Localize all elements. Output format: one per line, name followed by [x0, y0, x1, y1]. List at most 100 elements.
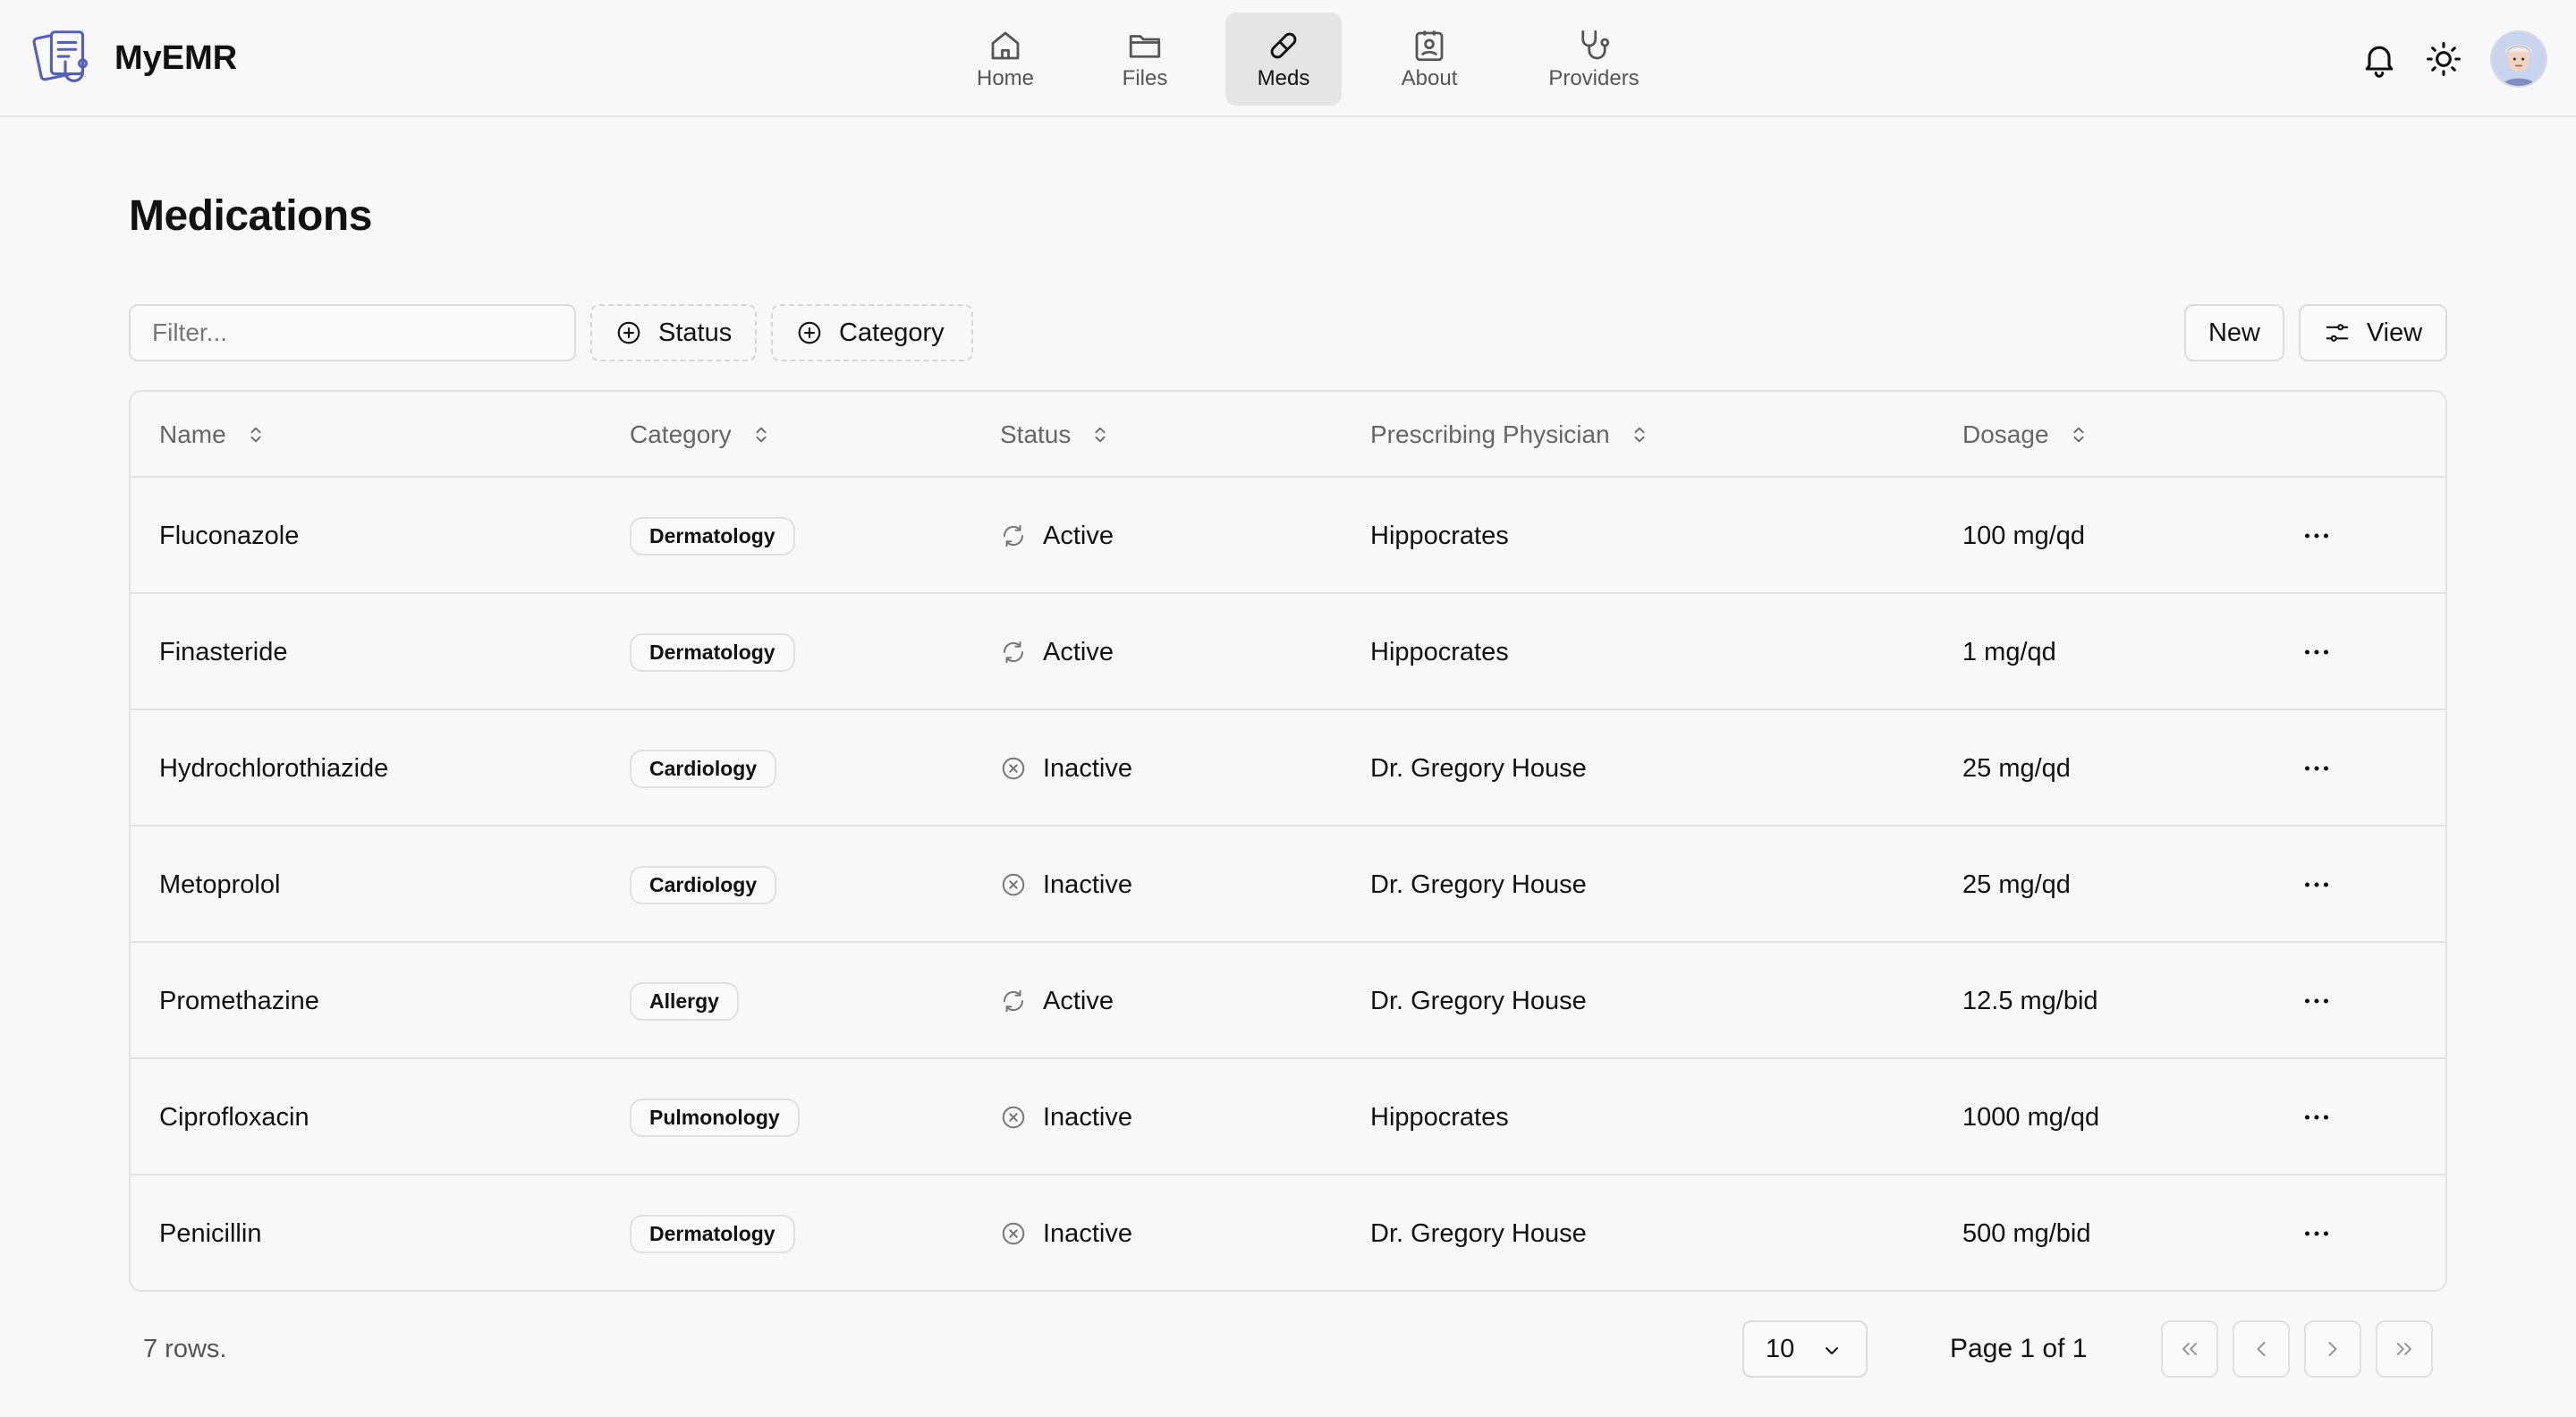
status-cell: Active: [1000, 594, 1114, 710]
view-options-button[interactable]: View: [2299, 304, 2447, 361]
column-header-dosage[interactable]: Dosage: [1962, 392, 2089, 478]
status-cell: Inactive: [1000, 710, 1132, 827]
table-row[interactable]: Hydrochlorothiazide Cardiology Inactive Dr.…: [131, 710, 2445, 827]
row-actions-button[interactable]: [2301, 594, 2333, 710]
status-label: Inactive: [1043, 870, 1132, 899]
more-horizontal-icon: [2304, 649, 2329, 655]
column-header-label: Prescribing Physician: [1370, 420, 1610, 448]
dosage-cell: 25 mg/qd: [1962, 753, 2071, 783]
medication-name: Metoprolol: [159, 870, 281, 899]
medication-name: Promethazine: [159, 986, 319, 1015]
table-row[interactable]: Penicillin Dermatology Inactive Dr. Gregory…: [131, 1175, 2445, 1290]
x-circle-icon: [1002, 1222, 1025, 1245]
status-label: Inactive: [1043, 1102, 1132, 1132]
sort-icon: [756, 427, 767, 443]
first-page-button[interactable]: [2161, 1320, 2218, 1378]
column-header-label: Status: [1000, 420, 1072, 448]
nav-meds[interactable]: Meds: [1225, 13, 1342, 106]
column-header-label: Category: [630, 420, 732, 448]
category-badge: Dermatology: [630, 632, 795, 672]
sort-icon: [1095, 427, 1106, 443]
nav-home[interactable]: Home: [966, 13, 1045, 106]
table-row[interactable]: Metoprolol Cardiology Inactive Dr. Gregory …: [131, 827, 2445, 943]
dosage-cell: 1 mg/qd: [1962, 637, 2056, 666]
more-horizontal-icon: [2304, 1115, 2329, 1120]
status-cell: Inactive: [1000, 1175, 1132, 1290]
x-circle-icon: [1002, 873, 1025, 896]
plus-circle-icon: [798, 321, 821, 344]
row-count-label: 7 rows.: [143, 1335, 227, 1363]
x-circle-icon: [1002, 1106, 1025, 1129]
row-actions-button[interactable]: [2301, 1059, 2333, 1175]
app-logo[interactable]: MyEMR: [30, 23, 237, 93]
status-filter-button[interactable]: Status: [590, 304, 757, 361]
category-cell: Cardiology: [630, 827, 777, 943]
category-badge: Pulmonology: [630, 1098, 800, 1137]
more-horizontal-icon: [2304, 998, 2329, 1004]
medication-name: Penicillin: [159, 1218, 262, 1248]
nav-providers[interactable]: Providers: [1533, 13, 1655, 106]
filter-input[interactable]: [129, 304, 576, 361]
sun-icon[interactable]: [2424, 39, 2463, 79]
table-row[interactable]: Finasteride Dermatology Active Hippocrates 1…: [131, 594, 2445, 710]
physician-cell: Hippocrates: [1370, 637, 1509, 666]
row-actions-button[interactable]: [2301, 827, 2333, 943]
category-filter-button[interactable]: Category: [771, 304, 973, 361]
table-row[interactable]: Fluconazole Dermatology Active Hippocrates 1…: [131, 478, 2445, 594]
table-header-row: Name Category Status Prescribing Physici…: [131, 392, 2445, 478]
column-header-name[interactable]: Name: [159, 392, 266, 478]
category-badge: Cardiology: [630, 865, 777, 904]
chevron-down-icon: [1826, 1347, 1838, 1354]
sort-icon: [2073, 427, 2084, 443]
status-cell: Inactive: [1000, 1059, 1132, 1175]
sliders-icon: [2326, 324, 2349, 342]
chevron-left-icon: [2257, 1341, 2266, 1357]
more-horizontal-icon: [2304, 1231, 2329, 1236]
medication-name: Finasteride: [159, 637, 288, 666]
table-row[interactable]: Promethazine Allergy Active Dr. Gregory Hou…: [131, 943, 2445, 1059]
nav-about-label: About: [1401, 66, 1458, 90]
last-page-button[interactable]: [2376, 1320, 2433, 1378]
dosage-cell: 25 mg/qd: [1962, 870, 2071, 899]
row-actions-button[interactable]: [2301, 710, 2333, 827]
row-actions-button[interactable]: [2301, 478, 2333, 594]
page-size-select[interactable]: 10: [1742, 1320, 1868, 1378]
plus-circle-icon: [617, 321, 640, 344]
nav-home-label: Home: [976, 66, 1035, 90]
chevrons-right-icon: [2396, 1343, 2412, 1355]
nav-about[interactable]: About: [1386, 13, 1472, 106]
page-size-value: 10: [1766, 1334, 1795, 1363]
status-label: Inactive: [1043, 1218, 1132, 1248]
more-horizontal-icon: [2304, 882, 2329, 887]
previous-page-button[interactable]: [2233, 1320, 2290, 1378]
nav-meds-label: Meds: [1257, 66, 1310, 90]
column-header-category[interactable]: Category: [630, 392, 771, 478]
status-label: Active: [1043, 637, 1114, 666]
user-avatar[interactable]: [2490, 30, 2547, 88]
physician-cell: Dr. Gregory House: [1370, 986, 1587, 1015]
pill-icon: [1270, 32, 1297, 59]
status-cell: Inactive: [1000, 827, 1132, 943]
folder-icon: [1129, 35, 1161, 58]
column-header-physician[interactable]: Prescribing Physician: [1370, 392, 1649, 478]
next-page-button[interactable]: [2304, 1320, 2361, 1378]
row-actions-button[interactable]: [2301, 1175, 2333, 1290]
home-icon: [991, 31, 1020, 60]
column-header-label: Dosage: [1962, 420, 2049, 448]
refresh-icon: [1003, 524, 1024, 547]
sort-icon: [250, 427, 261, 443]
dosage-cell: 12.5 mg/bid: [1962, 986, 2098, 1015]
column-header-label: Name: [159, 420, 226, 448]
physician-cell: Dr. Gregory House: [1370, 870, 1587, 899]
bell-icon[interactable]: [2360, 39, 2399, 79]
column-header-status[interactable]: Status: [1000, 392, 1110, 478]
more-horizontal-icon: [2304, 533, 2329, 539]
nav-files[interactable]: Files: [1106, 13, 1184, 106]
chevrons-left-icon: [2182, 1343, 2198, 1355]
table-row[interactable]: Ciprofloxacin Pulmonology Inactive Hippocra…: [131, 1059, 2445, 1175]
status-label: Active: [1043, 521, 1114, 550]
dosage-cell: 1000 mg/qd: [1962, 1102, 2100, 1132]
category-badge: Dermatology: [630, 1214, 795, 1253]
new-button[interactable]: New: [2184, 304, 2284, 361]
row-actions-button[interactable]: [2301, 943, 2333, 1059]
